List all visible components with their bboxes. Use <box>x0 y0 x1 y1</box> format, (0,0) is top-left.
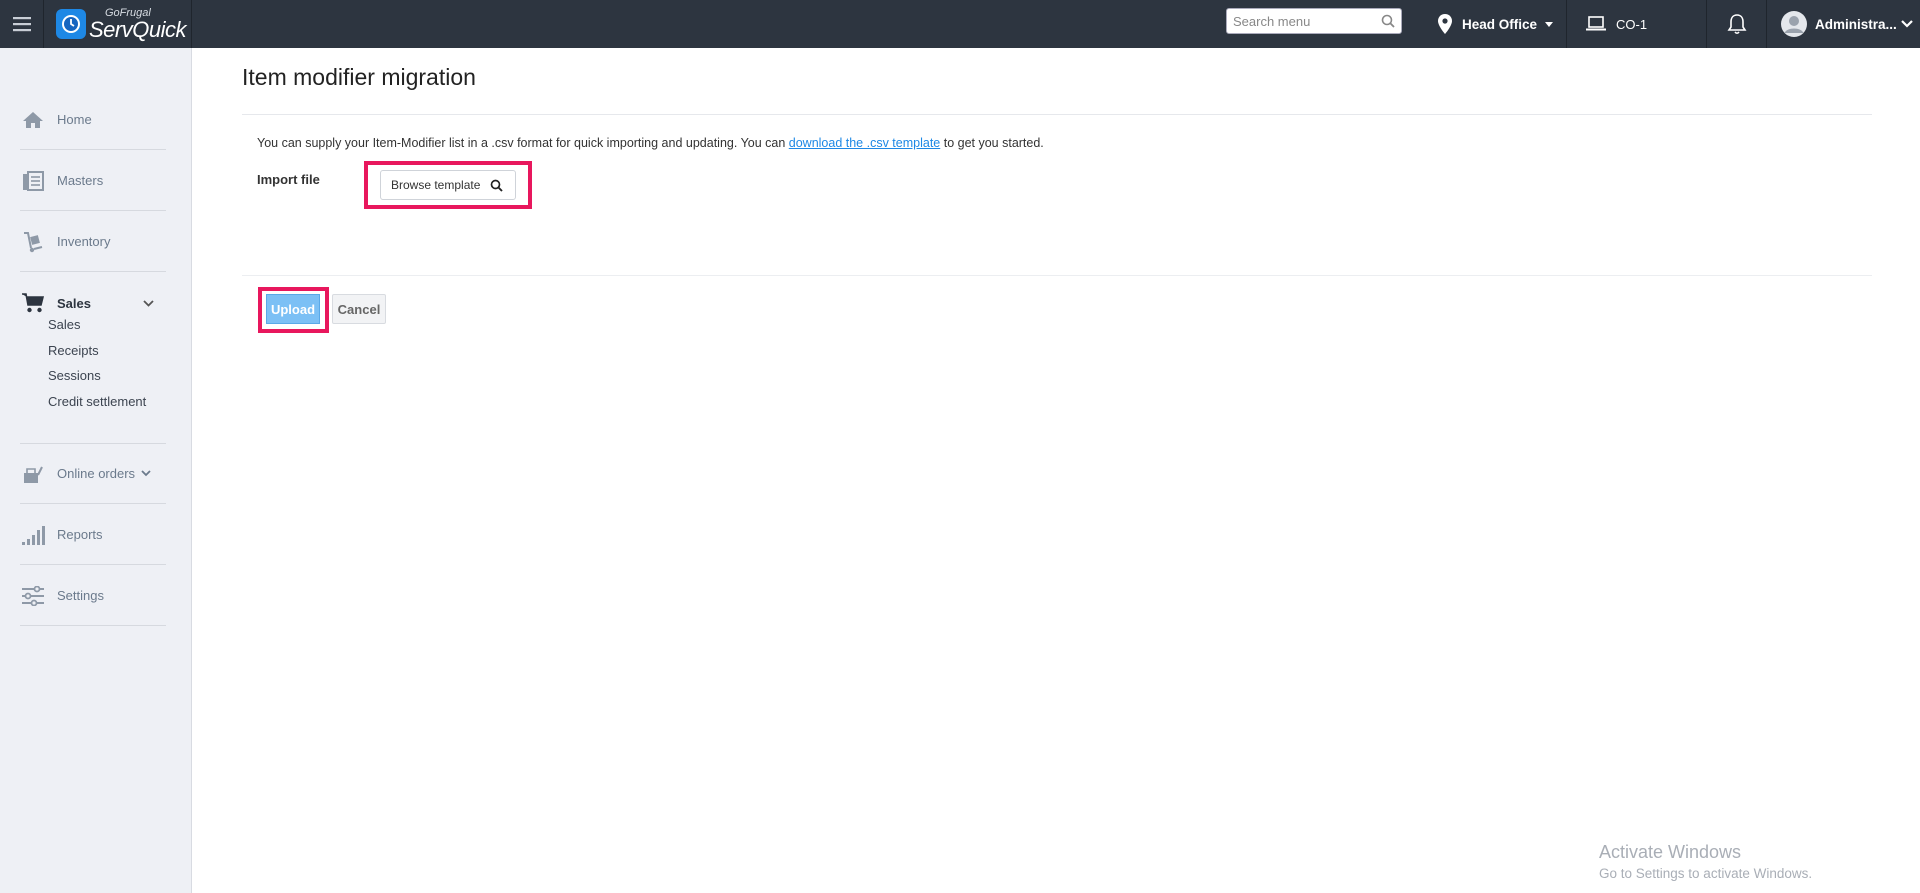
user-name: Administra... <box>1815 16 1897 32</box>
upload-button[interactable]: Upload <box>266 294 320 324</box>
sidebar-subitem-sessions[interactable]: Sessions <box>48 368 101 383</box>
sidebar-item-label: Masters <box>57 173 104 188</box>
app-logo[interactable]: GoFrugal ServQuick <box>56 4 186 44</box>
location-pin-icon <box>1438 14 1452 34</box>
title-divider <box>242 114 1872 115</box>
sidebar-item-sales[interactable]: Sales <box>20 273 166 333</box>
sliders-icon <box>20 583 46 609</box>
browse-template-button[interactable]: Browse template <box>380 170 516 200</box>
online-orders-icon <box>20 461 46 487</box>
chevron-down-icon <box>141 470 151 477</box>
windows-activation-watermark: Activate Windows Go to Settings to activ… <box>1599 842 1812 881</box>
sidebar-subitem-sales[interactable]: Sales <box>48 317 81 332</box>
logo-clock-icon <box>56 9 86 39</box>
search-icon <box>491 179 504 192</box>
watermark-title: Activate Windows <box>1599 842 1742 862</box>
logo-brand-name: ServQuick <box>89 16 186 42</box>
hand-truck-icon <box>20 229 46 255</box>
download-template-link[interactable]: download the .csv template <box>789 136 940 150</box>
page-title: Item modifier migration <box>242 64 476 90</box>
sidebar-item-label: Sales <box>57 295 91 311</box>
sidebar-item-label: Home <box>57 112 92 127</box>
sidebar-item-label: Reports <box>57 527 103 542</box>
sidebar-item-label: Inventory <box>57 234 111 249</box>
bell-icon <box>1727 14 1747 35</box>
sidebar-item-home[interactable]: Home <box>20 90 166 150</box>
import-description: You can supply your Item-Modifier list i… <box>257 136 1044 150</box>
computer-icon <box>1586 16 1606 31</box>
sidebar: Home Masters Inventory Sales Sales Recei… <box>0 48 192 893</box>
import-file-label: Import file <box>257 172 320 187</box>
chevron-down-icon <box>143 299 154 307</box>
search-input[interactable] <box>1227 9 1377 33</box>
sidebar-item-label: Settings <box>57 588 104 603</box>
menu-toggle-button[interactable] <box>0 0 44 48</box>
location-label: Head Office <box>1462 16 1538 32</box>
top-bar: GoFrugal ServQuick Head Office CO-1 Admi… <box>0 0 1920 48</box>
watermark-subtitle: Go to Settings to activate Windows. <box>1599 866 1813 881</box>
description-text: You can supply your Item-Modifier list i… <box>257 136 789 150</box>
sidebar-item-label: Online orders <box>57 466 136 481</box>
sidebar-item-reports[interactable]: Reports <box>20 505 166 565</box>
counter-label: CO-1 <box>1616 16 1648 32</box>
counter-selector[interactable]: CO-1 <box>1586 0 1647 48</box>
search-icon[interactable] <box>1381 14 1395 28</box>
home-icon <box>20 107 46 133</box>
sidebar-subitem-credit-settlement[interactable]: Credit settlement <box>48 394 146 409</box>
description-text-end: to get you started. <box>940 136 1044 150</box>
masters-book-icon <box>20 168 46 194</box>
sidebar-item-masters[interactable]: Masters <box>20 151 166 211</box>
avatar <box>1781 11 1807 37</box>
sidebar-item-settings[interactable]: Settings <box>20 566 166 626</box>
search-box <box>1226 8 1402 34</box>
cancel-button[interactable]: Cancel <box>332 294 386 324</box>
location-selector[interactable]: Head Office <box>1438 0 1554 48</box>
main-content: Item modifier migration You can supply y… <box>192 48 1920 893</box>
browse-template-label: Browse template <box>391 178 481 192</box>
sidebar-item-online-orders[interactable]: Online orders <box>20 444 166 504</box>
caret-down-icon <box>1545 21 1554 27</box>
sidebar-subitem-receipts[interactable]: Receipts <box>48 343 99 358</box>
shopping-cart-icon <box>20 290 46 316</box>
notifications-button[interactable] <box>1727 0 1747 48</box>
chevron-down-icon <box>1900 20 1913 28</box>
hamburger-icon <box>12 17 31 32</box>
form-divider <box>242 275 1872 276</box>
user-menu[interactable]: Administra... <box>1781 0 1913 48</box>
bar-chart-icon <box>20 522 46 548</box>
sidebar-item-inventory[interactable]: Inventory <box>20 212 166 272</box>
